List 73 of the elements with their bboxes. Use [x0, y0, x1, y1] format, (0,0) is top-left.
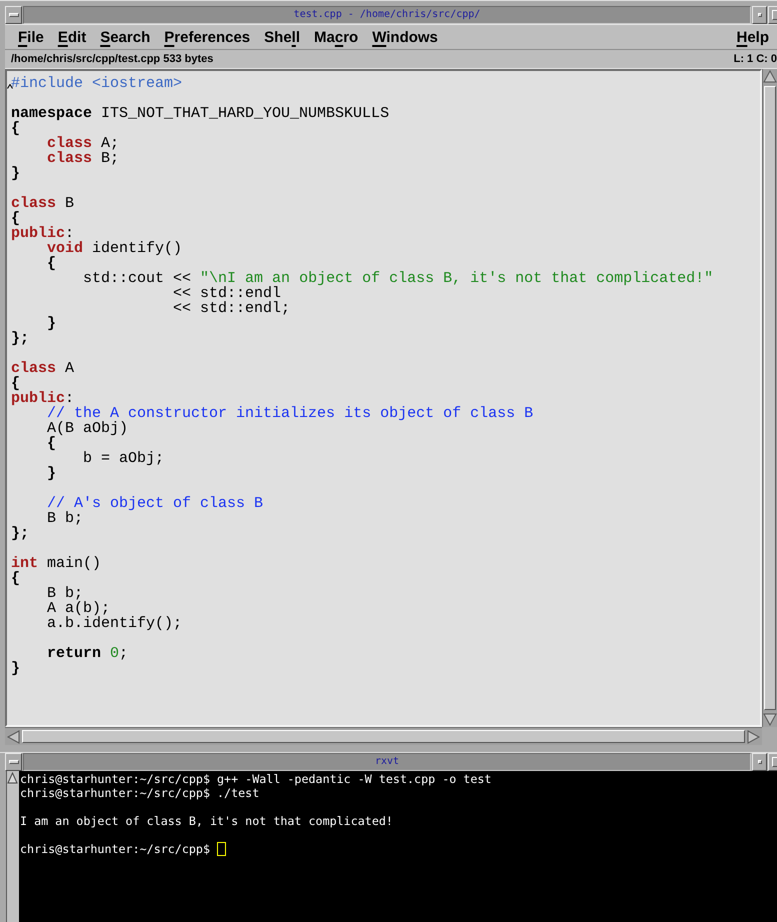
- up-arrow-icon[interactable]: [7, 772, 18, 784]
- code-line: {: [11, 571, 20, 586]
- terminal-scrollbar[interactable]: [6, 771, 19, 922]
- menu-item[interactable]: Edit: [50, 24, 94, 50]
- maximize-button[interactable]: [768, 6, 777, 24]
- code-line: {: [11, 376, 20, 391]
- minimize-button[interactable]: [752, 6, 767, 24]
- code-line: };: [11, 526, 30, 541]
- terminal-line: chris@starhunter:~/src/cpp$: [20, 842, 210, 856]
- menu-item[interactable]: Macro: [307, 24, 366, 50]
- down-arrow-icon[interactable]: [763, 712, 777, 726]
- right-arrow-icon[interactable]: [746, 730, 760, 744]
- code-line: {: [11, 121, 20, 136]
- menu-item[interactable]: Help: [733, 24, 772, 50]
- code-line: };: [11, 331, 30, 346]
- menu-item[interactable]: Shell: [257, 24, 308, 50]
- code-line: class B;: [47, 151, 120, 166]
- scrollbar-thumb[interactable]: [764, 86, 776, 710]
- code-line: // the A constructor initializes its object of class B: [47, 406, 534, 421]
- window-menu-button[interactable]: [5, 753, 22, 771]
- scrollbar-thumb[interactable]: [22, 730, 745, 743]
- window-menu-button[interactable]: [5, 6, 22, 24]
- code-line: }: [47, 466, 56, 481]
- menu-item[interactable]: File: [11, 24, 51, 50]
- horizontal-scrollbar[interactable]: [5, 727, 762, 745]
- code-line: public:: [11, 391, 74, 406]
- menu-item[interactable]: Preferences: [157, 24, 258, 50]
- terminal-line: chris@starhunter:~/src/cpp$ ./test: [20, 786, 260, 800]
- minimize-button[interactable]: [752, 753, 767, 771]
- code-line: return 0;: [47, 646, 128, 661]
- code-line: << std::endl: [173, 286, 282, 301]
- menu-item[interactable]: Search: [93, 24, 158, 50]
- text-cursor-icon: [7, 84, 13, 89]
- maximize-button[interactable]: [768, 753, 777, 771]
- window-title: rxvt: [374, 756, 400, 768]
- editor-text-area[interactable]: [5, 69, 762, 727]
- code-line: class B: [11, 196, 74, 211]
- file-info: /home/chris/src/cpp/test.cpp 533 bytes: [11, 52, 214, 66]
- terminal-screen[interactable]: chris@starhunter:~/src/cpp$ g++ -Wall -pedantic -W test.cpp -o test chris@starhunter:~/src/cpp$ ./test I am an object of class B, it's not that complicated! chris@starhunter:~/src/cpp$: [19, 771, 777, 922]
- code-line: namespace ITS_NOT_THAT_HARD_YOU_NUMBSKULLS: [11, 106, 390, 121]
- code-line: {: [47, 436, 56, 451]
- code-line: a.b.identify();: [47, 616, 182, 631]
- code-line: // A's object of class B: [47, 496, 264, 511]
- code-line: A a(b);: [47, 601, 110, 616]
- code-line: }: [11, 661, 20, 676]
- code-line: class A;: [47, 136, 120, 151]
- window-title: test.cpp - /home/chris/src/cpp/: [294, 9, 480, 21]
- bar-icon: [8, 760, 18, 764]
- code-line: public:: [11, 226, 74, 241]
- code-line: {: [11, 211, 20, 226]
- code-line: B b;: [47, 586, 84, 601]
- small-square-icon: [758, 13, 762, 17]
- code-line: }: [47, 316, 56, 331]
- code-line: std::cout << "\nI am an object of class B, it's not that complicated!": [83, 271, 714, 286]
- terminal-line: chris@starhunter:~/src/cpp$ g++ -Wall -pedantic -W test.cpp -o test: [20, 772, 492, 786]
- up-arrow-icon[interactable]: [763, 70, 777, 84]
- cursor-position: L: 1 C: 0: [734, 52, 777, 66]
- left-arrow-icon[interactable]: [7, 730, 21, 744]
- code-line: b = aObj;: [83, 451, 164, 466]
- code-line: }: [11, 166, 20, 181]
- menu-item[interactable]: Windows: [365, 24, 445, 50]
- small-square-icon: [758, 760, 762, 764]
- code-line: int main(): [11, 556, 102, 571]
- bar-icon: [8, 13, 18, 17]
- code-line: class A: [11, 361, 74, 376]
- code-line: #include <iostream>: [11, 76, 182, 91]
- terminal-line: I am an object of class B, it's not that complicated!: [20, 814, 393, 828]
- code-line: {: [47, 256, 56, 271]
- code-line: void identify(): [47, 241, 182, 256]
- vertical-scrollbar[interactable]: [762, 69, 777, 727]
- code-line: A(B aObj): [47, 421, 128, 436]
- code-line: << std::endl;: [173, 301, 290, 316]
- code-line: B b;: [47, 511, 84, 526]
